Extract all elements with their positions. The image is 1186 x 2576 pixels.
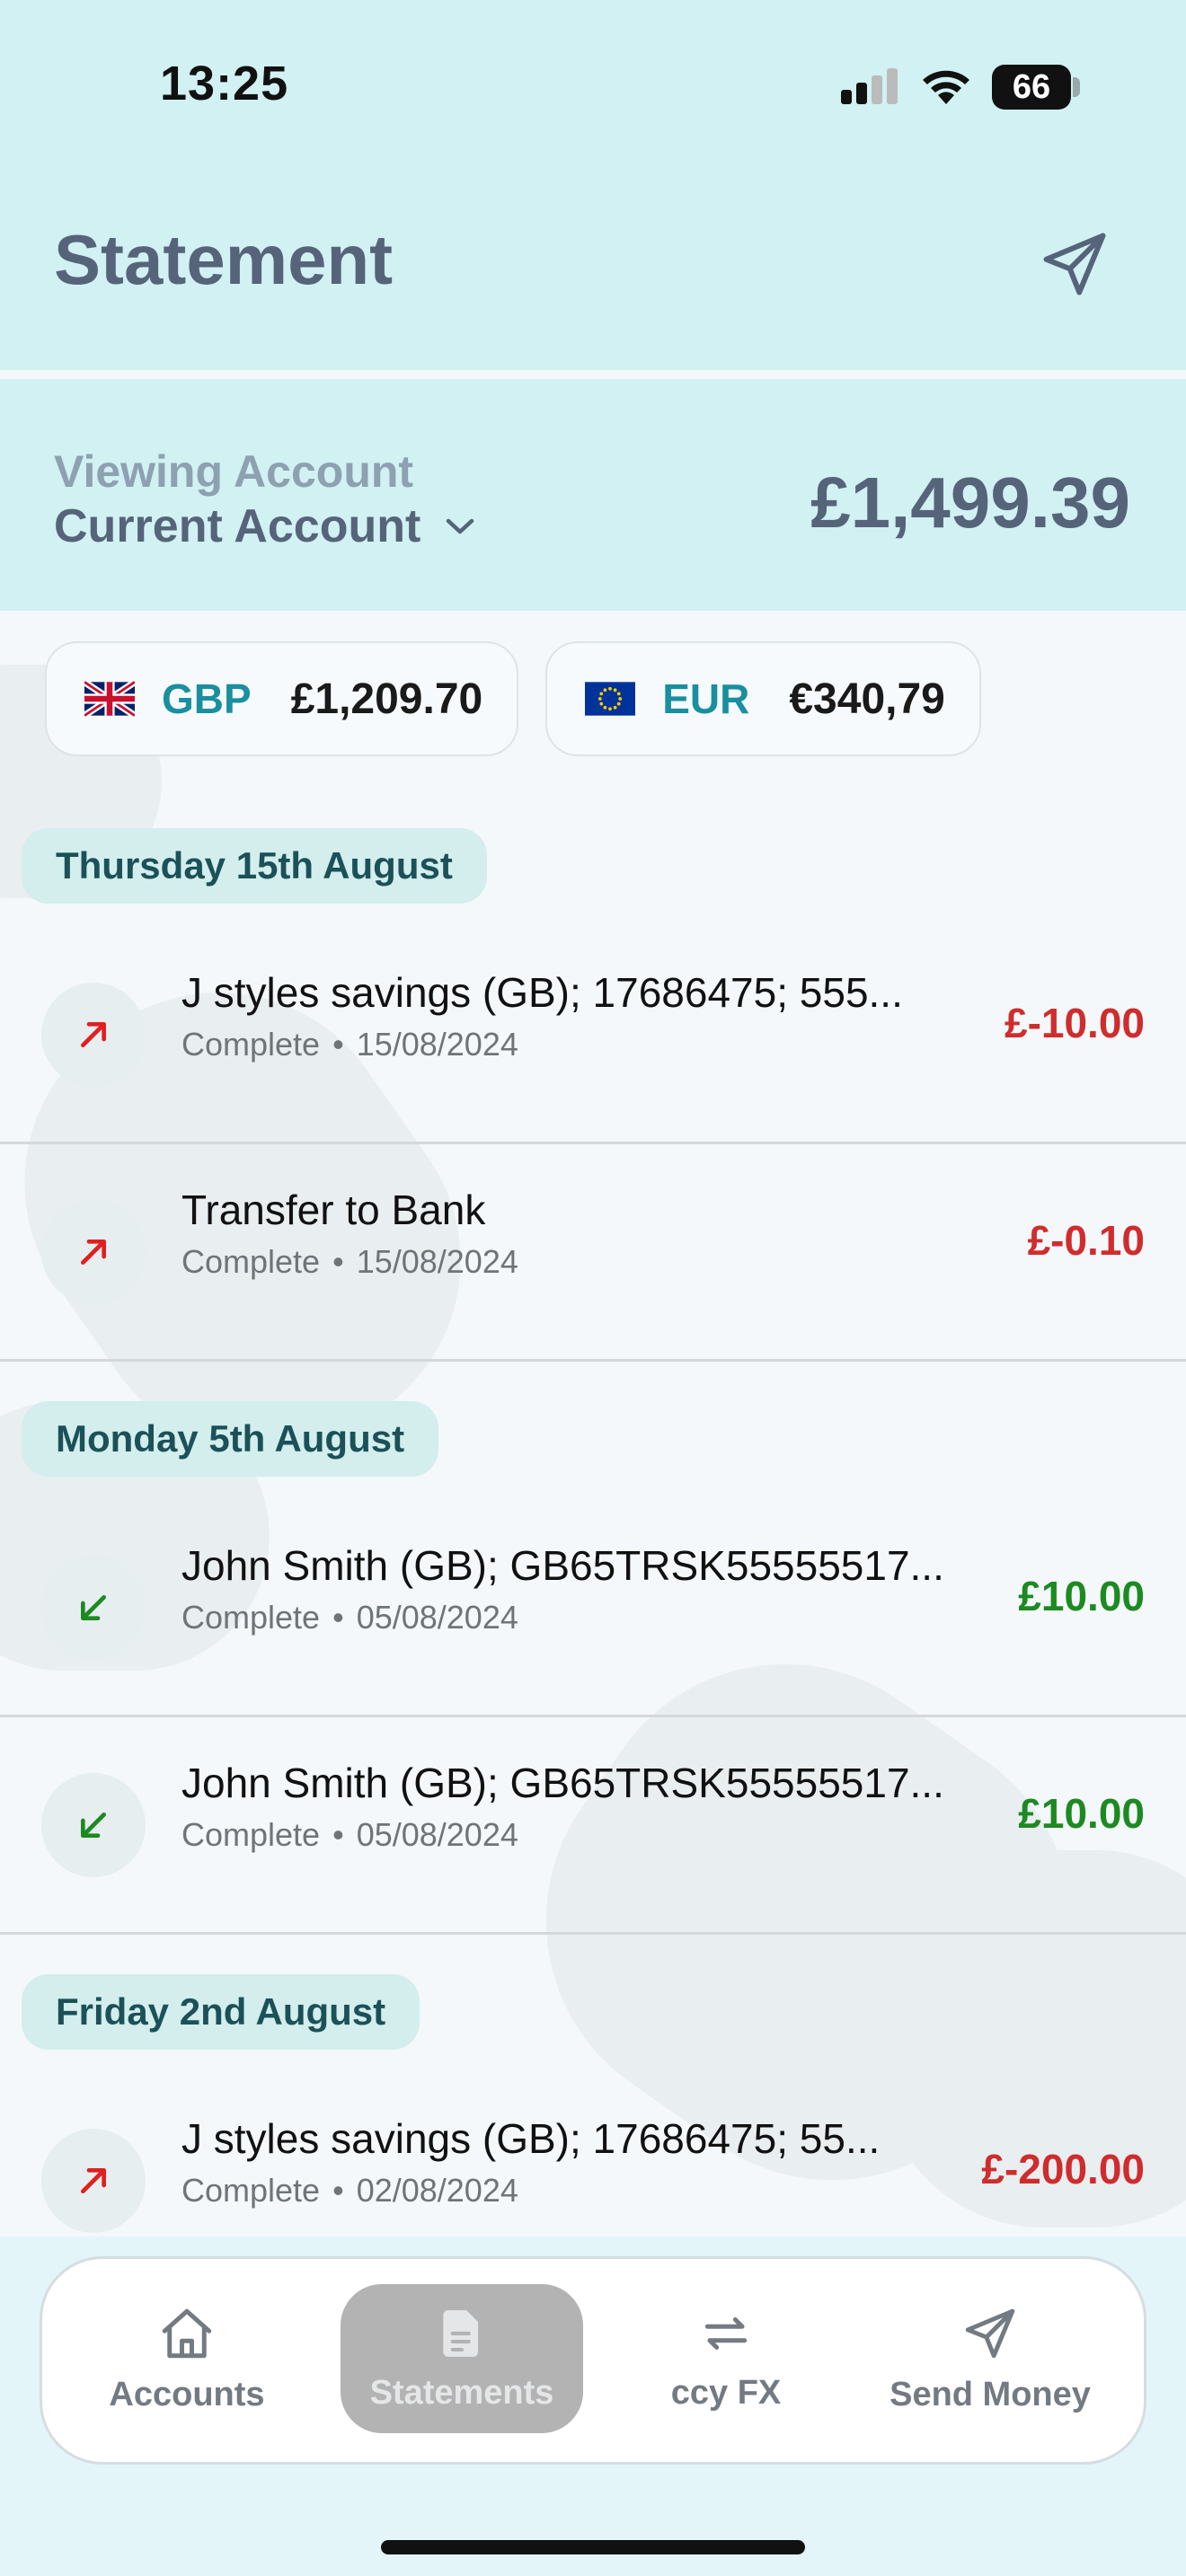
transaction-meta: Complete • 02/08/2024 <box>181 2172 518 2209</box>
transaction-date: 02/08/2024 <box>356 2172 518 2209</box>
transaction-meta: Complete • 05/08/2024 <box>181 1599 518 1636</box>
date-header: Monday 5th August <box>22 1401 439 1477</box>
tab-label: ccy FX <box>670 2373 782 2412</box>
transaction-title: John Smith (GB); GB65TRSK55555517... <box>181 1542 944 1589</box>
transaction-row[interactable]: John Smith (GB); GB65TRSK55555517... Com… <box>0 1500 1186 1717</box>
page-title: Statement <box>54 220 394 299</box>
paper-plane-icon <box>1043 233 1106 296</box>
transaction-title: J styles savings (GB); 17686475; 555... <box>181 969 903 1016</box>
home-indicator <box>381 2540 805 2554</box>
account-balance: £1,499.39 <box>810 463 1130 543</box>
status-bar: 13:25 66 <box>0 0 1186 171</box>
wifi-icon <box>923 70 969 104</box>
currency-pill-eur[interactable]: EUR €340,79 <box>545 641 981 756</box>
incoming-arrow-icon <box>41 1556 146 1660</box>
send-button[interactable] <box>1030 219 1120 309</box>
currency-balances: GBP £1,209.70 EUR €340,79 <box>45 641 981 756</box>
chevron-down-icon <box>447 518 474 534</box>
transaction-title: Transfer to Bank <box>181 1187 486 1233</box>
tab-label: Send Money <box>890 2375 1091 2413</box>
send-icon <box>965 2308 1015 2358</box>
transaction-row[interactable]: Transfer to Bank Complete • 15/08/2024 £-0… <box>0 1144 1186 1362</box>
tab-statements[interactable]: Statements <box>341 2284 583 2433</box>
tab-accounts[interactable]: Accounts <box>66 2284 308 2433</box>
transaction-date: 05/08/2024 <box>356 1816 518 1853</box>
transaction-meta: Complete • 15/08/2024 <box>181 1243 518 1280</box>
currency-amount: £1,209.70 <box>290 675 483 723</box>
outgoing-arrow-icon <box>41 2129 146 2233</box>
account-name: Current Account <box>54 500 421 552</box>
viewing-account-label: Viewing Account <box>54 446 414 497</box>
transaction-amount: £-0.10 <box>1027 1217 1145 1264</box>
document-icon <box>443 2309 479 2357</box>
transaction-date: 15/08/2024 <box>356 1243 518 1280</box>
home-icon <box>162 2308 212 2358</box>
transaction-title: John Smith (GB); GB65TRSK55555517... <box>181 1760 944 1806</box>
incoming-arrow-icon <box>41 1773 146 1877</box>
transaction-status: Complete <box>181 1599 321 1636</box>
date-header: Thursday 15th August <box>22 828 487 904</box>
transaction-status: Complete <box>181 1816 321 1853</box>
transaction-date: 15/08/2024 <box>356 1026 518 1063</box>
outgoing-arrow-icon <box>41 983 146 1087</box>
transaction-meta: Complete • 05/08/2024 <box>181 1816 518 1853</box>
transaction-amount: £10.00 <box>1018 1573 1145 1619</box>
transaction-meta: Complete • 15/08/2024 <box>181 1026 518 1063</box>
eu-flag-icon <box>585 682 636 716</box>
transaction-status: Complete <box>181 1243 321 1280</box>
date-header: Friday 2nd August <box>22 1974 420 2050</box>
currency-amount: €340,79 <box>789 675 945 723</box>
cellular-signal-icon <box>841 68 898 104</box>
tab-label: Statements <box>369 2373 554 2412</box>
battery-indicator: 66 <box>992 65 1071 110</box>
outgoing-arrow-icon <box>41 1200 146 1304</box>
exchange-icon <box>704 2316 748 2350</box>
transaction-title: J styles savings (GB); 17686475; 55... <box>181 2115 881 2162</box>
tab-ccy-fx[interactable]: ccy FX <box>605 2284 847 2433</box>
transaction-status: Complete <box>181 2172 321 2209</box>
currency-code: EUR <box>662 675 750 722</box>
transaction-amount: £-10.00 <box>1004 1000 1145 1046</box>
uk-flag-icon <box>84 681 135 717</box>
currency-code: GBP <box>162 675 252 722</box>
transaction-status: Complete <box>181 1026 321 1063</box>
currency-pill-gbp[interactable]: GBP £1,209.70 <box>45 641 519 756</box>
account-selector[interactable]: Current Account <box>54 499 476 553</box>
bottom-navigation-area: Accounts Statements ccy FX Send Money <box>0 2236 1186 2576</box>
tab-label: Accounts <box>109 2375 265 2413</box>
tab-bar: Accounts Statements ccy FX Send Money <box>40 2256 1146 2465</box>
transaction-row[interactable]: J styles savings (GB); 17686475; 555... … <box>0 927 1186 1144</box>
battery-tip <box>1073 77 1080 97</box>
header: Statement <box>0 171 1186 370</box>
transaction-amount: £-200.00 <box>981 2146 1145 2192</box>
account-panel: Viewing Account Current Account £1,499.3… <box>0 379 1186 611</box>
tab-send-money[interactable]: Send Money <box>869 2284 1111 2433</box>
transaction-row[interactable]: John Smith (GB); GB65TRSK55555517... Com… <box>0 1717 1186 1935</box>
transaction-amount: £10.00 <box>1018 1790 1145 1837</box>
status-time: 13:25 <box>160 57 289 110</box>
transaction-date: 05/08/2024 <box>356 1599 518 1636</box>
